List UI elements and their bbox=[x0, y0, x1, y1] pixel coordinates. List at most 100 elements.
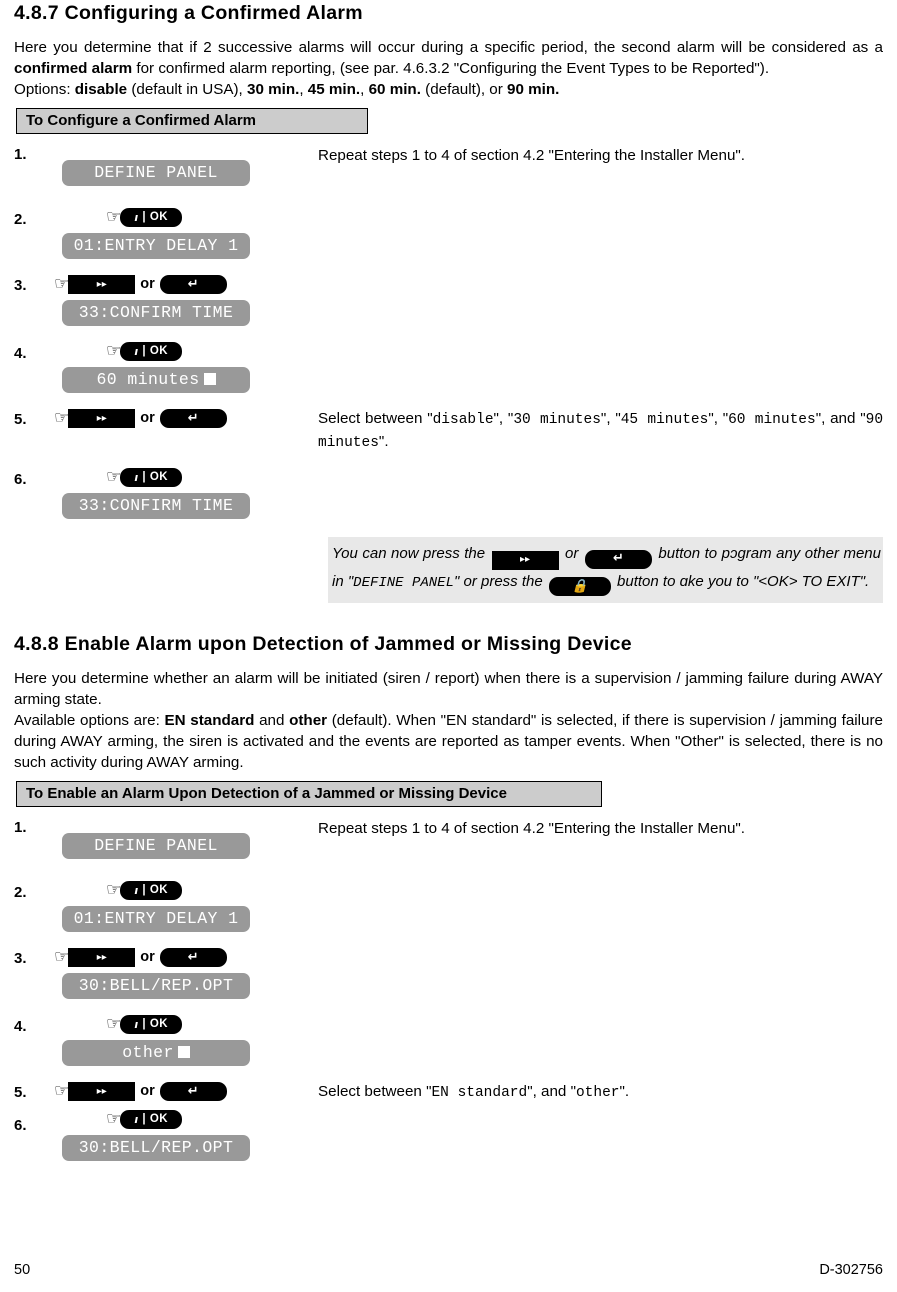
sep2: ", " bbox=[600, 410, 621, 427]
step-visual-cell: ☞ ı | OK other bbox=[54, 1013, 318, 1066]
table-row: 6. ☞ ı | OK 33:CONFIRM TIME bbox=[14, 466, 883, 519]
section-487: 4.8.7 Configuring a Confirmed Alarm bbox=[14, 0, 883, 25]
next-button[interactable]: ▸▸ bbox=[68, 274, 136, 294]
table-row: 5. ☞ ▸▸ or ↵ Select between "EN standard… bbox=[14, 1080, 883, 1104]
note-part2: or bbox=[560, 545, 583, 562]
ok-separator: | bbox=[142, 211, 147, 223]
step-description: Repeat steps 1 to 4 of section 4.2 "Ente… bbox=[318, 147, 746, 164]
confirmed-alarm-bold: confirmed alarm bbox=[14, 60, 133, 77]
table-row: 3. ☞ ▸▸ or ↵ 30:BELL/REP.OPT bbox=[14, 946, 883, 999]
option-value-en-standard: EN standard bbox=[431, 1085, 528, 1101]
section-488-intro-paragraph-2: Available options are: EN standard and o… bbox=[14, 710, 883, 773]
table-row: 4. ☞ ı | OK 60 minutes bbox=[14, 340, 883, 393]
step-visual-cell: DEFINE PANEL bbox=[54, 143, 318, 186]
back-arrow-icon: ↵ bbox=[612, 551, 624, 566]
step-number-cell: 5. bbox=[14, 1080, 54, 1104]
note-cell: You can now press the ▸▸ or ↵ button to … bbox=[318, 519, 883, 603]
note-part5: " or press the bbox=[454, 572, 547, 590]
back-button[interactable]: ↵ bbox=[159, 408, 227, 428]
fast-forward-icon: ▸▸ bbox=[96, 412, 107, 424]
intro-text-part2: for confirmed alarm reporting, (see par.… bbox=[132, 60, 770, 77]
step-number-cell: 6. bbox=[14, 1108, 54, 1161]
ok-button[interactable]: ı | OK bbox=[120, 341, 183, 361]
step-number: 2. bbox=[14, 211, 27, 228]
pointing-hand-icon: ☞ bbox=[54, 408, 70, 428]
ok-button-label: OK bbox=[149, 884, 169, 896]
lcd-cursor-block bbox=[177, 1046, 190, 1058]
sep4: ", and " bbox=[815, 410, 866, 427]
table-row: 5. ☞ ▸▸ or ↵ Select between "disable", "… bbox=[14, 407, 883, 454]
step-number: 2. bbox=[14, 884, 27, 901]
step-description-cell bbox=[318, 946, 883, 999]
lcd-display: 01:ENTRY DELAY 1 bbox=[62, 906, 250, 932]
pointing-hand-icon: ☞ bbox=[54, 274, 70, 294]
fast-forward-icon: ▸▸ bbox=[520, 554, 531, 565]
back-button[interactable]: ↵ bbox=[159, 274, 227, 294]
lcd-display: DEFINE PANEL bbox=[62, 833, 250, 859]
step-description-cell bbox=[318, 206, 883, 259]
keypad-button-row: ☞ ı | OK bbox=[106, 466, 318, 488]
ok-button[interactable]: ı | OK bbox=[120, 1109, 183, 1129]
option-value-other: other bbox=[575, 1085, 620, 1101]
ok-button[interactable]: ı | OK bbox=[120, 467, 183, 487]
step-number-cell: 4. bbox=[14, 1013, 54, 1066]
step-number: 4. bbox=[14, 1018, 27, 1035]
info-icon: ı bbox=[134, 344, 139, 358]
next-button[interactable]: ▸▸ bbox=[68, 947, 136, 967]
options-prefix: Options: bbox=[14, 81, 75, 98]
step-number-cell: 2. bbox=[14, 206, 54, 259]
note-part6b: ɑke you to "<OK> TO EXIT". bbox=[679, 572, 870, 590]
table-row: 2. ☞ ı | OK 01:ENTRY DELAY 1 bbox=[14, 206, 883, 259]
step-description-cell bbox=[318, 1108, 883, 1161]
step-description: Repeat steps 1 to 4 of section 4.2 "Ente… bbox=[318, 820, 746, 837]
step-visual-cell: ☞ ı | OK 01:ENTRY DELAY 1 bbox=[54, 879, 318, 932]
option-value-45min: 45 minutes bbox=[620, 412, 709, 428]
note-part3: button to p bbox=[653, 545, 730, 562]
step-number: 6. bbox=[14, 471, 27, 488]
lcd-display: 33:CONFIRM TIME bbox=[62, 300, 250, 326]
table-row: 1. DEFINE PANEL Repeat steps 1 to 4 of s… bbox=[14, 816, 883, 859]
option-disable-note: (default in USA), bbox=[127, 81, 247, 98]
next-button[interactable]: ▸▸ bbox=[68, 1081, 136, 1101]
step-number: 1. bbox=[14, 146, 27, 163]
option-45min: 45 min. bbox=[307, 81, 361, 98]
step-visual-cell: ☞ ▸▸ or ↵ bbox=[54, 407, 318, 454]
section-488-intro-paragraph-1: Here you determine whether an alarm will… bbox=[14, 670, 883, 708]
step-visual-cell: ☞ ı | OK 01:ENTRY DELAY 1 bbox=[54, 206, 318, 259]
keypad-button-row: ☞ ı | OK bbox=[106, 340, 318, 362]
option-value-60min: 60 minutes bbox=[728, 412, 816, 428]
step-visual-cell: ☞ ı | OK 60 minutes bbox=[54, 340, 318, 393]
keypad-button-row: ☞ ı | OK bbox=[106, 206, 318, 228]
options-sep-3: , bbox=[360, 81, 369, 98]
back-button[interactable]: ↵ bbox=[159, 947, 227, 967]
step-description-cell: Select between "EN standard", and "other… bbox=[318, 1080, 883, 1104]
next-button[interactable]: ▸▸ bbox=[491, 550, 559, 570]
section-488: 4.8.8 Enable Alarm upon Detection of Jam… bbox=[14, 633, 883, 656]
info-icon: ı bbox=[134, 1017, 139, 1031]
sep-tail: ". bbox=[619, 1083, 630, 1100]
step-description-cell bbox=[318, 466, 883, 519]
lock-button[interactable]: 🔒 bbox=[548, 577, 611, 596]
pointing-hand-icon: ☞ bbox=[106, 467, 122, 487]
keypad-button-row: ☞ ı | OK bbox=[106, 1108, 318, 1130]
back-arrow-icon: ↵ bbox=[187, 1083, 199, 1099]
option-en-standard: EN standard bbox=[164, 712, 255, 729]
next-button[interactable]: ▸▸ bbox=[68, 408, 136, 428]
step-number: 5. bbox=[14, 411, 27, 428]
option-30min: 30 min. bbox=[247, 81, 300, 98]
step-description-cell: Repeat steps 1 to 4 of section 4.2 "Ente… bbox=[318, 816, 883, 859]
ok-button[interactable]: ı | OK bbox=[120, 1014, 183, 1034]
step-number: 1. bbox=[14, 819, 27, 836]
ok-button-label: OK bbox=[149, 1113, 169, 1125]
options-conj: and bbox=[254, 712, 290, 729]
ok-button[interactable]: ı | OK bbox=[120, 880, 183, 900]
ok-button[interactable]: ı | OK bbox=[120, 207, 183, 227]
sep-tail: ". bbox=[378, 433, 389, 450]
step-number-cell: 6. bbox=[14, 466, 54, 519]
back-arrow-icon: ↵ bbox=[187, 949, 199, 965]
step-description-cell bbox=[318, 1013, 883, 1066]
section-487-heading: 4.8.7 Configuring a Confirmed Alarm bbox=[14, 2, 363, 24]
back-button[interactable]: ↵ bbox=[584, 549, 652, 569]
back-button[interactable]: ↵ bbox=[159, 1081, 227, 1101]
table-row: 6. ☞ ı | OK 30:BELL/REP.OPT bbox=[14, 1108, 883, 1161]
